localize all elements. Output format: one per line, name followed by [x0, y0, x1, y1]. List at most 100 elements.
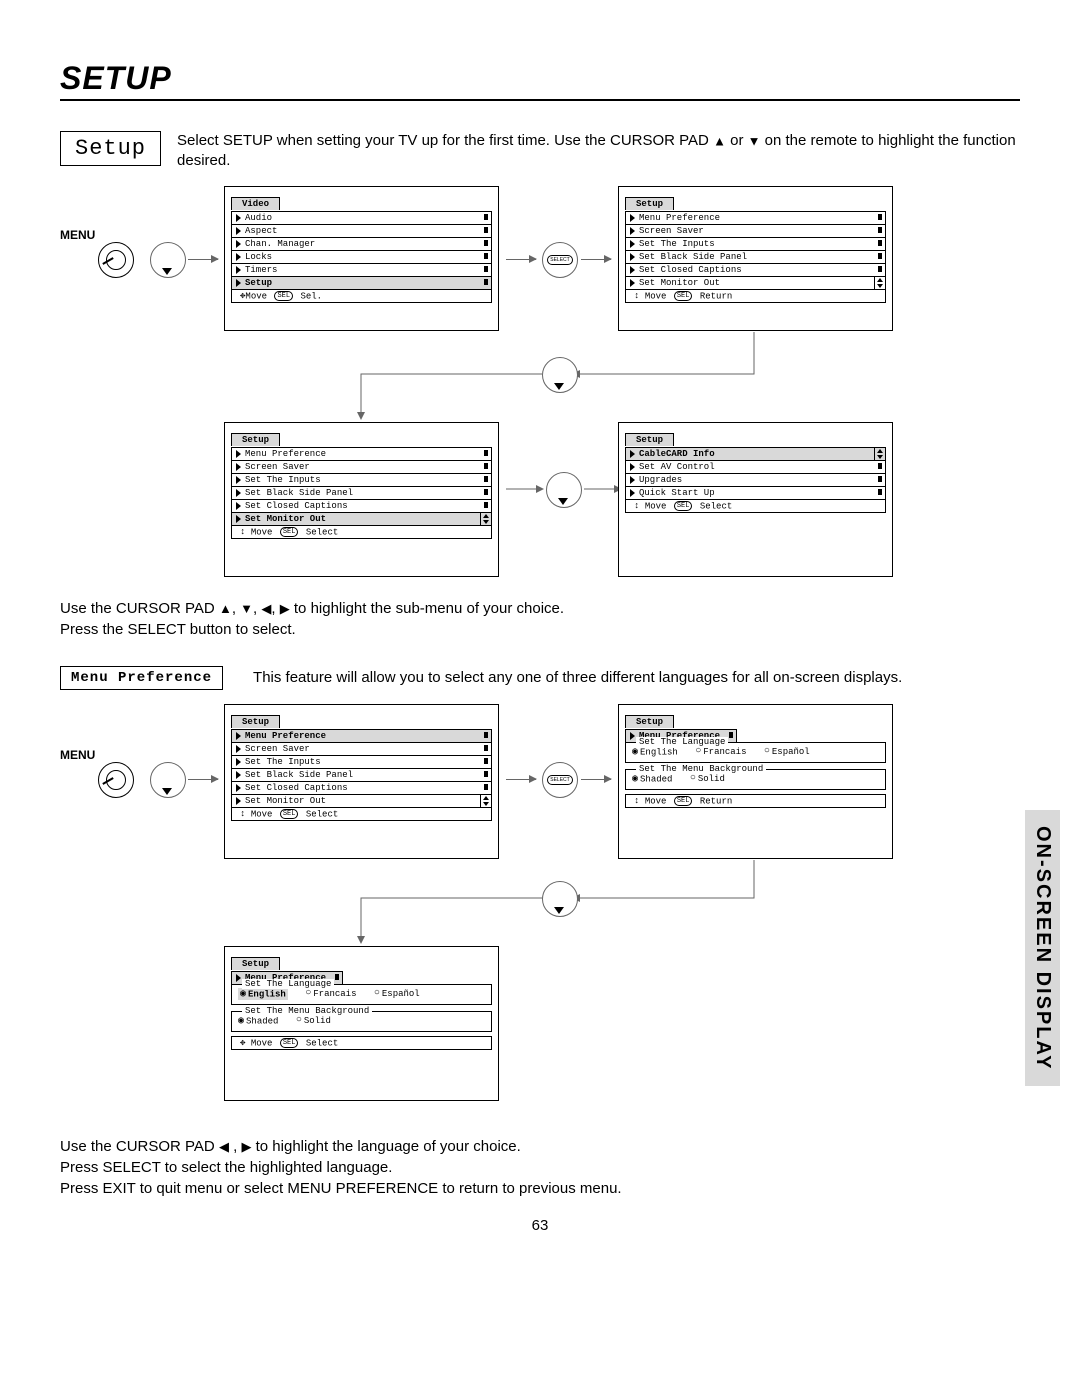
osd-footer: ↕ Move SEL Select: [231, 526, 492, 539]
down-arrow-icon: ▼: [748, 133, 761, 148]
setup-box-label: Setup: [60, 131, 161, 166]
radio-shaded: Shaded: [238, 1015, 278, 1027]
radio-solid: Solid: [296, 1015, 331, 1026]
osd-footer: ✥ Move SEL Select: [231, 1036, 492, 1050]
osd-foot-label: Move: [645, 501, 667, 511]
osd-foot-label: Select: [700, 501, 732, 511]
indicator-icon: [484, 489, 488, 495]
osd-item: Set AV Control: [625, 461, 886, 474]
diagram-2: MENU Setup Menu Preference Screen Saver …: [60, 702, 1020, 1122]
osd-item: Set Black Side Panel: [231, 487, 492, 500]
intro-text: Select SETUP when setting your TV up for…: [177, 131, 1020, 172]
t: ,: [229, 1138, 242, 1155]
osd-footer: ↕ Move SEL Select: [625, 500, 886, 513]
menu-preference-text: This feature will allow you to select an…: [253, 667, 1020, 688]
indicator-icon: [236, 974, 241, 982]
osd-item: Menu Preference: [231, 447, 492, 461]
indicator-icon: [484, 502, 488, 508]
indicator-icon: [878, 463, 882, 469]
osd-item: CableCARD Info: [625, 447, 886, 461]
osd-tab: Setup: [625, 433, 674, 446]
cursor-pad-icon: [542, 357, 578, 393]
osd-item-label: Upgrades: [639, 475, 682, 485]
t: Use the CURSOR PAD: [60, 600, 219, 617]
end-text: Use the CURSOR PAD ◀ , ▶ to highlight th…: [60, 1136, 1020, 1199]
indicator-icon: [335, 974, 339, 980]
osd-item-label: Set Monitor Out: [245, 514, 326, 524]
sel-pill-icon: SEL: [674, 501, 693, 511]
osd-menu-preference-lang: Setup Menu Preference Set The Language E…: [224, 946, 499, 1101]
osd-setup-page2: Setup CableCARD Info Set AV Control Upgr…: [618, 422, 893, 577]
indicator-icon: [878, 476, 882, 482]
t: Press SELECT to select the highlighted l…: [60, 1159, 392, 1176]
cursor-pad-icon: [542, 881, 578, 917]
scroll-icon: [874, 448, 885, 460]
osd-item: Set Closed Captions: [231, 500, 492, 513]
indicator-icon: [236, 502, 241, 510]
cursor-pad-icon: [546, 472, 582, 508]
indicator-icon: [484, 476, 488, 482]
right-arrow-icon: ▶: [241, 1138, 251, 1153]
indicator-icon: [630, 450, 635, 458]
osd-item-label: Screen Saver: [245, 462, 310, 472]
t: Use the CURSOR PAD: [60, 1138, 219, 1155]
diagram-1: MENU Video Audio Aspect Chan. Manager Lo…: [60, 184, 1020, 584]
right-arrow-icon: ▶: [280, 600, 290, 615]
t: Press the SELECT button to select.: [60, 621, 296, 638]
down-arrow-icon: ▼: [240, 600, 253, 615]
osd-foot-label: Move: [251, 1038, 273, 1048]
page-title: SETUP: [60, 60, 1020, 101]
osd-item-label: Quick Start Up: [639, 488, 715, 498]
osd-item: Set Monitor Out: [231, 513, 492, 526]
osd-item: Set The Inputs: [231, 474, 492, 487]
t: to highlight the sub-menu of your choice…: [290, 600, 564, 617]
t: ,: [271, 600, 279, 617]
scroll-icon: [480, 513, 491, 525]
osd-tab: Setup: [231, 957, 280, 970]
indicator-icon: [236, 463, 241, 471]
left-arrow-icon: ◀: [261, 600, 271, 615]
intro-t1: Select SETUP when setting your TV up for…: [177, 132, 713, 149]
indicator-icon: [236, 476, 241, 484]
sel-pill-icon: SEL: [280, 1038, 299, 1048]
osd-foot-label: Move: [251, 527, 273, 537]
t: ,: [232, 600, 240, 617]
page-number: 63: [60, 1217, 1020, 1234]
osd-item-label: Set AV Control: [639, 462, 715, 472]
osd-item-label: Set Closed Captions: [245, 501, 348, 511]
mid-text: Use the CURSOR PAD ▲, ▼, ◀, ▶ to highlig…: [60, 598, 1020, 640]
language-fieldset: Set The Language English Francais Españo…: [231, 984, 492, 1005]
fieldset-legend: Set The Language: [242, 979, 334, 989]
osd-setup-scrolled: Setup Menu Preference Screen Saver Set T…: [224, 422, 499, 577]
radio-francais: Francais: [305, 988, 356, 999]
indicator-icon: [484, 463, 488, 469]
osd-item-label: Set The Inputs: [245, 475, 321, 485]
indicator-icon: [630, 489, 635, 497]
fieldset-legend: Set The Menu Background: [242, 1006, 372, 1016]
osd-item-label: Set Black Side Panel: [245, 488, 353, 498]
t: Press EXIT to quit menu or select MENU P…: [60, 1180, 622, 1197]
flow-connector: [60, 702, 960, 1122]
indicator-icon: [236, 515, 241, 523]
indicator-icon: [236, 450, 241, 458]
osd-foot-label: Select: [306, 527, 338, 537]
t: to highlight the language of your choice…: [251, 1138, 520, 1155]
menu-preference-label: Menu Preference: [60, 666, 223, 690]
indicator-icon: [484, 450, 488, 456]
osd-item-label: CableCARD Info: [639, 449, 715, 459]
background-fieldset: Set The Menu Background Shaded Solid: [231, 1011, 492, 1032]
osd-item: Screen Saver: [231, 461, 492, 474]
indicator-icon: [630, 463, 635, 471]
radio-english: English: [238, 988, 288, 1000]
radio-espanol: Español: [374, 988, 420, 999]
indicator-icon: [878, 489, 882, 495]
left-arrow-icon: ◀: [219, 1138, 229, 1153]
up-arrow-icon: ▲: [219, 600, 232, 615]
osd-foot-label: Select: [306, 1038, 338, 1048]
indicator-icon: [630, 476, 635, 484]
section-tab: ON-SCREEN DISPLAY: [1025, 810, 1060, 1086]
osd-item: Quick Start Up: [625, 487, 886, 500]
osd-item: Upgrades: [625, 474, 886, 487]
sel-pill-icon: SEL: [280, 527, 299, 537]
osd-item-label: Menu Preference: [245, 449, 326, 459]
